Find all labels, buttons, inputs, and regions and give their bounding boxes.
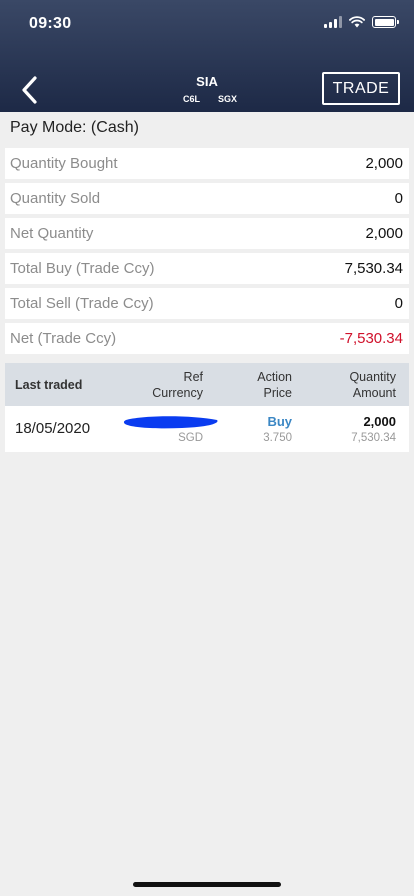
summary-row: Total Sell (Trade Ccy) 0 (5, 288, 409, 319)
redaction-mark (123, 416, 218, 429)
trade-button[interactable]: TRADE (322, 72, 400, 105)
trade-action: Buy (267, 414, 292, 429)
summary-row: Net (Trade Ccy) -7,530.34 (5, 323, 409, 354)
signal-icon (324, 16, 342, 28)
header: 09:30 SIA C6L SGX TRADE (0, 0, 414, 112)
wifi-icon (349, 16, 365, 28)
trades-table: Last traded Ref Currency Action Price Qu… (5, 363, 409, 452)
summary-value: 2,000 (365, 225, 403, 242)
summary-label: Total Buy (Trade Ccy) (10, 260, 155, 277)
table-header: Last traded Ref Currency Action Price Qu… (5, 363, 409, 406)
instrument-code: C6L (182, 94, 200, 104)
trade-amount: 7,530.34 (351, 432, 396, 444)
battery-icon (372, 16, 399, 28)
summary-label: Quantity Bought (10, 155, 118, 172)
status-time: 09:30 (29, 15, 72, 32)
col-quantity: Quantity (349, 370, 396, 384)
summary-label: Total Sell (Trade Ccy) (10, 295, 154, 312)
col-ref: Ref (183, 370, 203, 384)
position-summary: Quantity Bought 2,000 Quantity Sold 0 Net Qu… (5, 148, 409, 358)
col-last-traded: Last traded (15, 378, 83, 392)
summary-value: 7,530.34 (344, 260, 403, 277)
col-currency: Currency (152, 386, 203, 400)
trade-currency: SGD (178, 432, 203, 444)
col-action: Action (257, 370, 292, 384)
summary-value: 0 (394, 295, 403, 312)
summary-row: Net Quantity 2,000 (5, 218, 409, 249)
summary-row: Quantity Sold 0 (5, 183, 409, 214)
trade-price: 3.750 (263, 432, 292, 444)
summary-label: Quantity Sold (10, 190, 101, 207)
trade-date: 18/05/2020 (15, 420, 91, 437)
instrument-exchange: SGX (218, 94, 238, 104)
trade-quantity: 2,000 (363, 414, 396, 429)
summary-row: Total Buy (Trade Ccy) 7,530.34 (5, 253, 409, 284)
summary-value: 0 (394, 190, 403, 207)
summary-row: Quantity Bought 2,000 (5, 148, 409, 179)
status-icons (324, 16, 399, 28)
table-row[interactable]: 18/05/2020 SGD Buy 3.750 2,000 7,530.34 (5, 406, 409, 452)
summary-label: Net (Trade Ccy) (10, 330, 117, 347)
pay-mode-label: Pay Mode: (Cash) (10, 119, 139, 136)
col-amount: Amount (352, 386, 396, 400)
home-indicator[interactable] (133, 882, 281, 887)
summary-label: Net Quantity (10, 225, 94, 242)
col-price: Price (263, 386, 292, 400)
summary-value: -7,530.34 (339, 330, 403, 347)
summary-value: 2,000 (365, 155, 403, 172)
